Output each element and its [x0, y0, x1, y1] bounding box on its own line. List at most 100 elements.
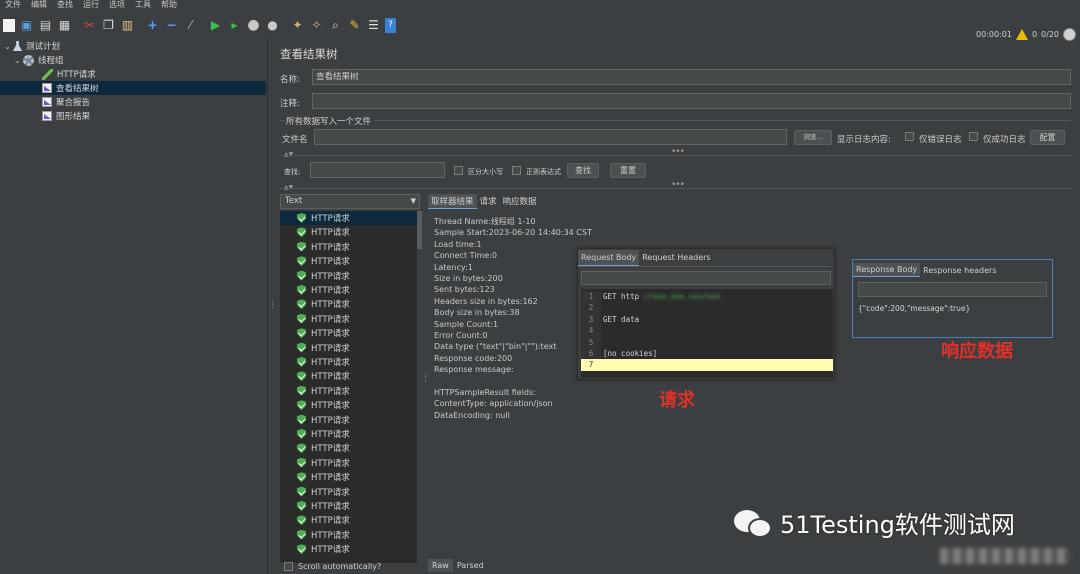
sample-list-item[interactable]: HTTP请求: [280, 470, 417, 484]
help-icon[interactable]: ?: [385, 17, 396, 33]
menu-help[interactable]: 帮助: [156, 0, 182, 10]
sample-list-item[interactable]: HTTP请求: [280, 211, 417, 225]
sample-list-item[interactable]: HTTP请求: [280, 312, 417, 326]
comment-input[interactable]: [312, 93, 1071, 109]
menu-search[interactable]: 查找: [52, 0, 78, 10]
tab-response-headers[interactable]: Response headers: [920, 264, 999, 277]
clear-all-icon[interactable]: ✧: [309, 18, 324, 33]
chevron-down-icon[interactable]: ⌄: [4, 42, 13, 51]
menu-tools[interactable]: 工具: [130, 0, 156, 10]
tab-response-data[interactable]: 响应数据: [500, 194, 540, 209]
find-button[interactable]: 查找: [567, 163, 599, 178]
jmeter-window: 文件 编辑 查找 运行 选项 工具 帮助 ▣ ▤ ▦ ✂ ❐ ▥ + − ⁄ ▶…: [0, 0, 1080, 574]
tree-item-thread-group[interactable]: ⌄ 线程组: [14, 53, 64, 67]
sample-list-item[interactable]: HTTP请求: [280, 269, 417, 283]
tab-request[interactable]: 请求: [477, 194, 500, 209]
toggle-icon[interactable]: ⁄: [183, 18, 198, 33]
sample-list-item[interactable]: HTTP请求: [280, 485, 417, 499]
name-input[interactable]: 查看结果树: [312, 69, 1071, 85]
reset-search-icon[interactable]: ✎: [347, 18, 362, 33]
sample-list-item[interactable]: HTTP请求: [280, 413, 417, 427]
start-icon[interactable]: ▶: [208, 18, 223, 33]
start-no-pause-icon[interactable]: ▸: [227, 18, 242, 33]
tab-sampler-result[interactable]: 取样器结果: [428, 194, 477, 209]
sample-list-item[interactable]: HTTP请求: [280, 240, 417, 254]
sample-list-item[interactable]: HTTP请求: [280, 441, 417, 455]
scroll-automatically-checkbox[interactable]: [284, 562, 293, 571]
success-only-checkbox[interactable]: [969, 132, 978, 141]
configure-button[interactable]: 配置: [1030, 130, 1065, 145]
divider-grip-icon[interactable]: •••: [671, 147, 685, 157]
menu-file[interactable]: 文件: [0, 0, 26, 10]
sample-list-item[interactable]: HTTP请求: [280, 225, 417, 239]
sample-list-scrollbar[interactable]: [417, 211, 422, 563]
renderer-select[interactable]: Text ▼: [280, 194, 420, 209]
tree-item-test-plan[interactable]: ⌄ 测试计划: [4, 39, 60, 53]
reset-button[interactable]: 重置: [610, 163, 646, 178]
collapse-icon[interactable]: −: [164, 18, 179, 33]
sample-list-item[interactable]: HTTP请求: [280, 513, 417, 527]
response-search-input[interactable]: [858, 282, 1047, 297]
tab-request-headers[interactable]: Request Headers: [639, 250, 713, 265]
sample-list-item[interactable]: HTTP请求: [280, 355, 417, 369]
sample-list-item[interactable]: HTTP请求: [280, 398, 417, 412]
expand-icon[interactable]: +: [145, 18, 160, 33]
save-icon[interactable]: ▦: [57, 18, 72, 33]
divider-grip-icon[interactable]: •••: [671, 180, 685, 190]
sample-list-item[interactable]: HTTP请求: [280, 326, 417, 340]
shutdown-icon[interactable]: ●: [265, 18, 280, 33]
tab-response-body[interactable]: Response Body: [853, 263, 921, 277]
browse-button[interactable]: 浏览...: [794, 130, 832, 145]
menu-options[interactable]: 选项: [104, 0, 130, 10]
menu-edit[interactable]: 编辑: [26, 0, 52, 10]
search-input[interactable]: [310, 162, 445, 178]
sample-list-item[interactable]: HTTP请求: [280, 341, 417, 355]
scroll-automatically-option[interactable]: Scroll automatically?: [284, 562, 381, 571]
list-splitter-grip[interactable]: ⋮: [421, 373, 430, 383]
sample-list-item[interactable]: HTTP请求: [280, 297, 417, 311]
tab-parsed[interactable]: Parsed: [453, 559, 488, 572]
tree-item-graph-results[interactable]: 图形结果: [42, 109, 90, 123]
sample-list-item[interactable]: HTTP请求: [280, 528, 417, 542]
sample-list-item[interactable]: HTTP请求: [280, 499, 417, 513]
tree-item-results-tree[interactable]: 查看结果树: [0, 81, 266, 95]
sample-list-item[interactable]: HTTP请求: [280, 427, 417, 441]
case-sensitive-checkbox[interactable]: [454, 166, 463, 175]
sample-list-item[interactable]: HTTP请求: [280, 456, 417, 470]
success-shield-icon: [297, 457, 306, 468]
tab-request-body[interactable]: Request Body: [578, 249, 640, 266]
regex-checkbox[interactable]: [512, 166, 521, 175]
clear-icon[interactable]: ✦: [290, 18, 305, 33]
stop-icon[interactable]: ●: [246, 17, 261, 33]
tree-item-http-request[interactable]: HTTP请求: [42, 67, 96, 81]
success-shield-icon: [297, 544, 306, 555]
tab-raw[interactable]: Raw: [428, 559, 453, 572]
tree-item-aggregate-report[interactable]: 聚合报告: [42, 95, 90, 109]
paste-icon[interactable]: ▥: [120, 18, 135, 33]
code-line: 1 GET http //xxx.xxx.xxx/xxx: [581, 291, 833, 303]
menu-run[interactable]: 运行: [78, 0, 104, 10]
cut-icon[interactable]: ✂: [82, 18, 97, 33]
sample-list-item[interactable]: HTTP请求: [280, 254, 417, 268]
chevron-down-icon[interactable]: ⌄: [14, 56, 23, 65]
sample-list-item[interactable]: HTTP请求: [280, 384, 417, 398]
sample-list-item[interactable]: HTTP请求: [280, 369, 417, 383]
errors-only-checkbox[interactable]: [905, 132, 914, 141]
result-line: Sample Count:1: [434, 319, 499, 329]
search-icon[interactable]: ⌕: [328, 18, 343, 33]
result-line: Body size in bytes:38: [434, 308, 520, 318]
filename-input[interactable]: [314, 129, 787, 145]
templates-icon[interactable]: ▣: [19, 18, 34, 33]
code-text: [no cookies]: [603, 349, 658, 358]
function-helper-icon[interactable]: ☰: [366, 18, 381, 33]
copy-icon[interactable]: ❐: [101, 18, 116, 33]
new-icon[interactable]: [3, 18, 15, 32]
request-body-editor[interactable]: 1 GET http //xxx.xxx.xxx/xxx 2 3 GET data 4 5 6…: [581, 289, 833, 378]
request-search-input[interactable]: [581, 271, 831, 285]
sample-list-item[interactable]: HTTP请求: [280, 542, 417, 556]
open-icon[interactable]: ▤: [38, 18, 53, 33]
sample-list-item[interactable]: HTTP请求: [280, 283, 417, 297]
success-shield-icon: [297, 385, 306, 396]
